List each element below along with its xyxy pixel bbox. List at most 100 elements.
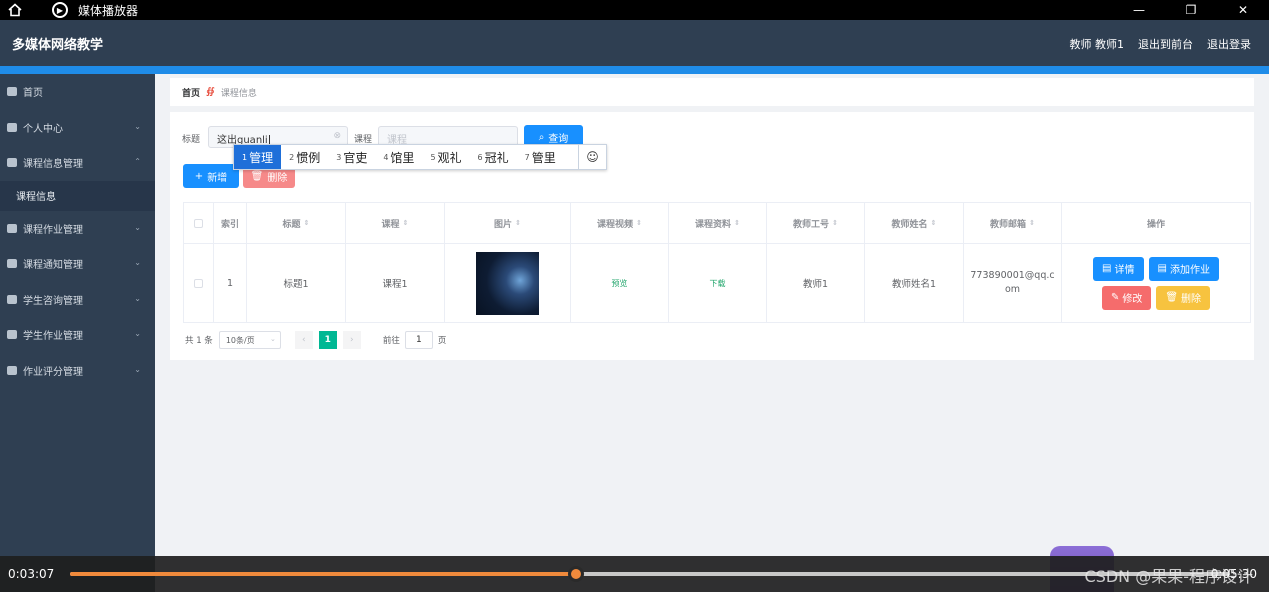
header-actions: 操作 xyxy=(1146,219,1165,230)
detail-button-label: 详情 xyxy=(1114,265,1135,276)
header-material[interactable]: 课程资料 ⇕ xyxy=(669,203,767,243)
chevron-down-icon: ⌄ xyxy=(134,293,141,303)
add-button[interactable]: + 新增 xyxy=(183,164,239,188)
chevron-right-icon: › xyxy=(350,335,354,345)
home-icon xyxy=(7,87,17,97)
ime-candidate[interactable]: 6 冠礼 xyxy=(470,145,517,169)
material-download-link[interactable]: 下载 xyxy=(710,278,726,289)
pagination: 共 1 条 10条/页 ⌄ ‹ 1 › 前往 1 页 xyxy=(185,330,446,350)
header-video-label: 课程视频 xyxy=(597,219,634,230)
sidebar-item-home[interactable]: 首页 xyxy=(0,74,155,110)
table-row: 1 标题1 课程1 预览 下载 教师1 教师姓名1 773890001@qq.c… xyxy=(184,244,1250,322)
chevron-down-icon: ⌄ xyxy=(269,335,276,343)
sidebar-item-student-consult[interactable]: 学生咨询管理 ⌄ xyxy=(0,282,155,318)
header-image[interactable]: 图片 ⇕ xyxy=(445,203,571,243)
sidebar: 首页 个人中心 ⌄ 课程信息管理 ⌃ 课程信息 课程作业管理 ⌄ 课程通知管理 ⌄ 学生… xyxy=(0,74,155,592)
back-to-front-link[interactable]: 退出到前台 xyxy=(1138,36,1193,52)
ime-candidate[interactable]: 5 观礼 xyxy=(422,145,469,169)
header-material-label: 课程资料 xyxy=(695,219,732,230)
seek-bar-fill xyxy=(70,572,576,576)
ime-candidate[interactable]: 7 管里 xyxy=(517,145,564,169)
mail-icon xyxy=(7,365,17,375)
header-teacher-id[interactable]: 教师工号 ⇕ xyxy=(767,203,865,243)
ime-candidate[interactable]: 2 惯例 xyxy=(281,145,328,169)
detail-button[interactable]: ▤ 详情 xyxy=(1093,256,1144,281)
header-title[interactable]: 标题 ⇕ xyxy=(247,203,346,243)
sort-icon: ⇕ xyxy=(734,219,740,227)
sidebar-item-course-notice[interactable]: 课程通知管理 ⌄ xyxy=(0,246,155,282)
prev-page-button[interactable]: ‹ xyxy=(294,331,313,349)
row-course: 课程1 xyxy=(346,244,445,322)
page-number-button[interactable]: 1 xyxy=(318,331,337,349)
edit-button-label: 修改 xyxy=(1122,294,1143,305)
row-image-cell xyxy=(445,244,571,322)
ime-candidate[interactable]: 1 管理 xyxy=(234,145,282,169)
ime-candidate[interactable]: 3 官吏 xyxy=(328,145,375,169)
sidebar-item-course-info[interactable]: 课程信息管理 ⌃ xyxy=(0,145,155,181)
home-icon[interactable] xyxy=(8,3,22,17)
ime-candidate-number: 7 xyxy=(524,152,530,162)
folder-icon xyxy=(7,158,17,168)
header-image-label: 图片 xyxy=(494,219,513,230)
plus-icon: + xyxy=(194,170,204,182)
edit-button[interactable]: ✎ 修改 xyxy=(1101,285,1152,310)
header-course-label: 课程 xyxy=(381,219,400,230)
row-actions: ▤ 详情 ▤ 添加作业 ✎ 修改 🗑 删除 xyxy=(1062,244,1250,322)
current-time: 0:03:07 xyxy=(8,567,55,581)
sort-icon: ⇕ xyxy=(1029,219,1035,227)
logout-link[interactable]: 退出登录 xyxy=(1207,36,1251,52)
select-all-checkbox[interactable] xyxy=(194,218,203,228)
course-table: 索引 标题 ⇕ 课程 ⇕ 图片 ⇕ 课程视频 ⇕ 课程资料 ⇕ 教师工号 ⇕ 教师姓名 ⇕ 教… xyxy=(183,202,1251,323)
emoji-icon[interactable]: ☺ xyxy=(578,145,606,169)
add-homework-button-label: 添加作业 xyxy=(1169,265,1210,276)
sidebar-item-label: 课程作业管理 xyxy=(23,224,83,236)
sidebar-subitem-course-info[interactable]: 课程信息 xyxy=(0,180,155,211)
sort-icon: ⇕ xyxy=(515,219,521,227)
next-page-button[interactable]: › xyxy=(342,331,361,349)
delete-button-label: 删除 xyxy=(1181,294,1202,305)
video-preview-link[interactable]: 预览 xyxy=(612,278,628,289)
seek-bar[interactable] xyxy=(70,566,1230,582)
sidebar-item-course-homework[interactable]: 课程作业管理 ⌄ xyxy=(0,211,155,247)
sidebar-item-profile[interactable]: 个人中心 ⌄ xyxy=(0,110,155,146)
ime-candidate-text: 惯例 xyxy=(296,150,321,165)
course-thumbnail[interactable] xyxy=(476,251,539,315)
chevron-down-icon: ⌄ xyxy=(134,329,141,338)
add-homework-button[interactable]: ▤ 添加作业 xyxy=(1148,256,1219,281)
table-header: 索引 标题 ⇕ 课程 ⇕ 图片 ⇕ 课程视频 ⇕ 课程资料 ⇕ 教师工号 ⇕ 教师姓名 ⇕ 教… xyxy=(184,203,1250,244)
sidebar-item-label: 课程通知管理 xyxy=(23,260,83,272)
header-course[interactable]: 课程 ⇕ xyxy=(346,203,445,243)
minimize-button[interactable]: — xyxy=(1113,0,1165,20)
row-material-cell: 下载 xyxy=(669,244,767,322)
clear-icon[interactable]: ⊗ xyxy=(333,131,341,141)
header-teacher-id-label: 教师工号 xyxy=(793,219,830,230)
seek-handle[interactable] xyxy=(567,566,584,582)
search-icon: ⌕ xyxy=(538,131,545,143)
chevron-down-icon: ⌄ xyxy=(134,222,141,232)
row-video-cell: 预览 xyxy=(571,244,669,322)
chevron-down-icon: ⌄ xyxy=(134,121,141,131)
row-teacher-name: 教师姓名1 xyxy=(865,244,964,322)
row-teacher-email: 773890001@qq.com xyxy=(964,244,1062,322)
row-index: 1 xyxy=(214,244,247,322)
maximize-button[interactable]: ❐ xyxy=(1165,0,1217,20)
header-video[interactable]: 课程视频 ⇕ xyxy=(571,203,669,243)
document-icon: ▤ xyxy=(1157,263,1167,274)
goto-page-input[interactable]: 1 xyxy=(404,331,433,349)
breadcrumb-home[interactable]: 首页 xyxy=(182,86,200,99)
page-size-select[interactable]: 10条/页 ⌄ xyxy=(218,331,281,349)
document-icon: ▤ xyxy=(1102,263,1112,274)
watermark: CSDN @果果-程序设计 xyxy=(1084,567,1253,586)
header-accent-bar xyxy=(0,66,1269,74)
row-title: 标题1 xyxy=(247,244,346,322)
delete-button[interactable]: 🗑 删除 xyxy=(1156,285,1211,310)
close-button[interactable]: ✕ xyxy=(1217,0,1269,20)
row-checkbox[interactable] xyxy=(194,278,203,288)
trash-icon: 🗑 xyxy=(250,170,264,182)
sidebar-item-homework-grading[interactable]: 作业评分管理 ⌄ xyxy=(0,353,155,389)
sort-icon: ⇕ xyxy=(402,219,409,227)
header-teacher-email[interactable]: 教师邮箱 ⇕ xyxy=(964,203,1062,243)
header-teacher-name[interactable]: 教师姓名 ⇕ xyxy=(865,203,964,243)
sidebar-item-student-homework[interactable]: 学生作业管理 ⌄ xyxy=(0,317,155,353)
ime-candidate[interactable]: 4 馆里 xyxy=(375,145,422,169)
